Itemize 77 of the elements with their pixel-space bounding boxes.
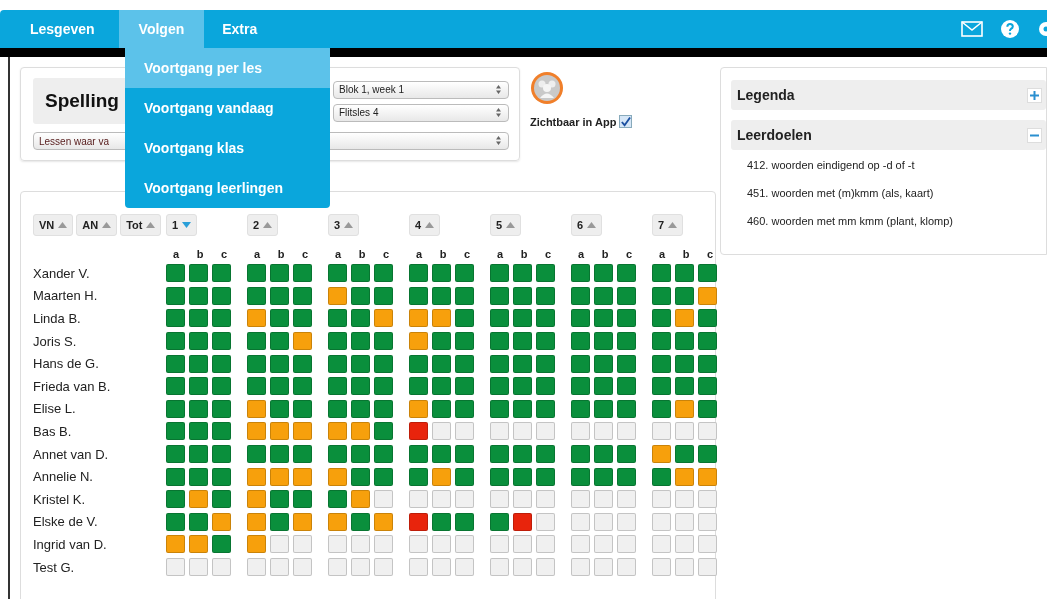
student-name: Ingrid van D. — [33, 536, 107, 552]
part-label: a — [576, 248, 586, 260]
lesson-sort-button[interactable]: 6 — [571, 214, 603, 236]
part-label: a — [495, 248, 505, 260]
updown-icon — [496, 136, 501, 145]
lesson-sort-button[interactable]: 2 — [247, 214, 279, 236]
sort-arrow-icon — [146, 222, 156, 228]
student-name: Hans de G. — [33, 356, 99, 372]
section-header[interactable]: Legenda — [731, 80, 1046, 110]
student-name: Annet van D. — [33, 446, 109, 462]
gear-icon[interactable] — [1037, 20, 1047, 38]
student-name: Annelie N. — [33, 469, 93, 485]
part-label: b — [357, 248, 367, 260]
student-name: Linda B. — [33, 311, 81, 326]
learning-goal: 451. woorden met (m)kmm (als, kaart) — [746, 186, 935, 201]
student-name: Elise L. — [33, 401, 76, 417]
part-label: b — [519, 248, 529, 260]
part-label: b — [438, 248, 448, 260]
part-label: a — [252, 248, 262, 260]
course-title: Spelling — [45, 90, 119, 112]
visibility-checkbox[interactable] — [619, 115, 633, 128]
visibility-label: Zichtbaar in App — [530, 115, 617, 128]
student-name: Frieda van B. — [33, 378, 111, 394]
sort-arrow-icon — [425, 222, 435, 228]
student-name: Test G. — [33, 559, 75, 575]
sort-button[interactable]: AN — [76, 214, 118, 236]
section-title: Legenda — [737, 87, 795, 103]
part-label: a — [414, 248, 424, 260]
updown-icon — [496, 107, 501, 117]
part-label: c — [705, 248, 715, 260]
part-label: a — [333, 248, 343, 260]
student-name: Elske de V. — [33, 514, 98, 530]
part-label: c — [624, 248, 634, 260]
sort-button[interactable]: Tot — [120, 214, 162, 236]
part-label: a — [657, 248, 667, 260]
group-icon — [530, 71, 564, 105]
sort-arrow-icon — [587, 222, 597, 228]
week-select[interactable]: Blok 1, week 1 — [333, 80, 509, 99]
lesson-select[interactable]: Flitsles 4 — [333, 103, 509, 122]
part-label: c — [543, 248, 553, 260]
help-icon[interactable] — [1001, 20, 1019, 38]
part-label: c — [462, 248, 472, 260]
sort-button[interactable]: VN — [33, 214, 74, 236]
toggle-button[interactable] — [1027, 127, 1042, 143]
sort-arrow-icon — [263, 222, 273, 228]
sort-arrow-icon — [58, 222, 68, 228]
section-title: Leerdoelen — [737, 127, 812, 143]
student-name: Bas B. — [33, 423, 72, 439]
mail-icon[interactable] — [961, 21, 983, 37]
toggle-button[interactable] — [1027, 87, 1042, 103]
part-label: c — [219, 248, 229, 260]
part-label: b — [681, 248, 691, 260]
sort-arrow-icon — [344, 222, 354, 228]
student-name: Xander V. — [33, 265, 90, 281]
part-label: c — [381, 248, 391, 260]
updown-icon — [496, 84, 501, 94]
plus-icon — [1030, 90, 1039, 100]
student-name: Kristel K. — [33, 491, 85, 507]
sort-arrow-icon — [506, 222, 516, 228]
sort-arrow-icon — [102, 222, 112, 228]
part-label: b — [276, 248, 286, 260]
student-name: Joris S. — [33, 333, 77, 349]
lesson-sort-button[interactable]: 7 — [652, 214, 684, 236]
section-header[interactable]: Leerdoelen — [731, 120, 1046, 150]
student-name: Maarten H. — [33, 288, 98, 304]
learning-goal: 460. woorden met mm kmm (plant, klomp) — [746, 214, 954, 229]
part-label: b — [195, 248, 205, 260]
part-label: c — [300, 248, 310, 260]
lesson-sort-button[interactable]: 4 — [409, 214, 441, 236]
learning-goal: 412. woorden eindigend op -d of -t — [746, 158, 916, 173]
sort-arrow-icon — [668, 222, 678, 228]
sort-arrow-icon — [182, 222, 192, 228]
lesson-sort-button[interactable]: 3 — [328, 214, 360, 236]
lesson-sort-button[interactable]: 5 — [490, 214, 522, 236]
part-label: b — [600, 248, 610, 260]
part-label: a — [171, 248, 181, 260]
lesson-sort-button[interactable]: 1 — [166, 214, 198, 236]
